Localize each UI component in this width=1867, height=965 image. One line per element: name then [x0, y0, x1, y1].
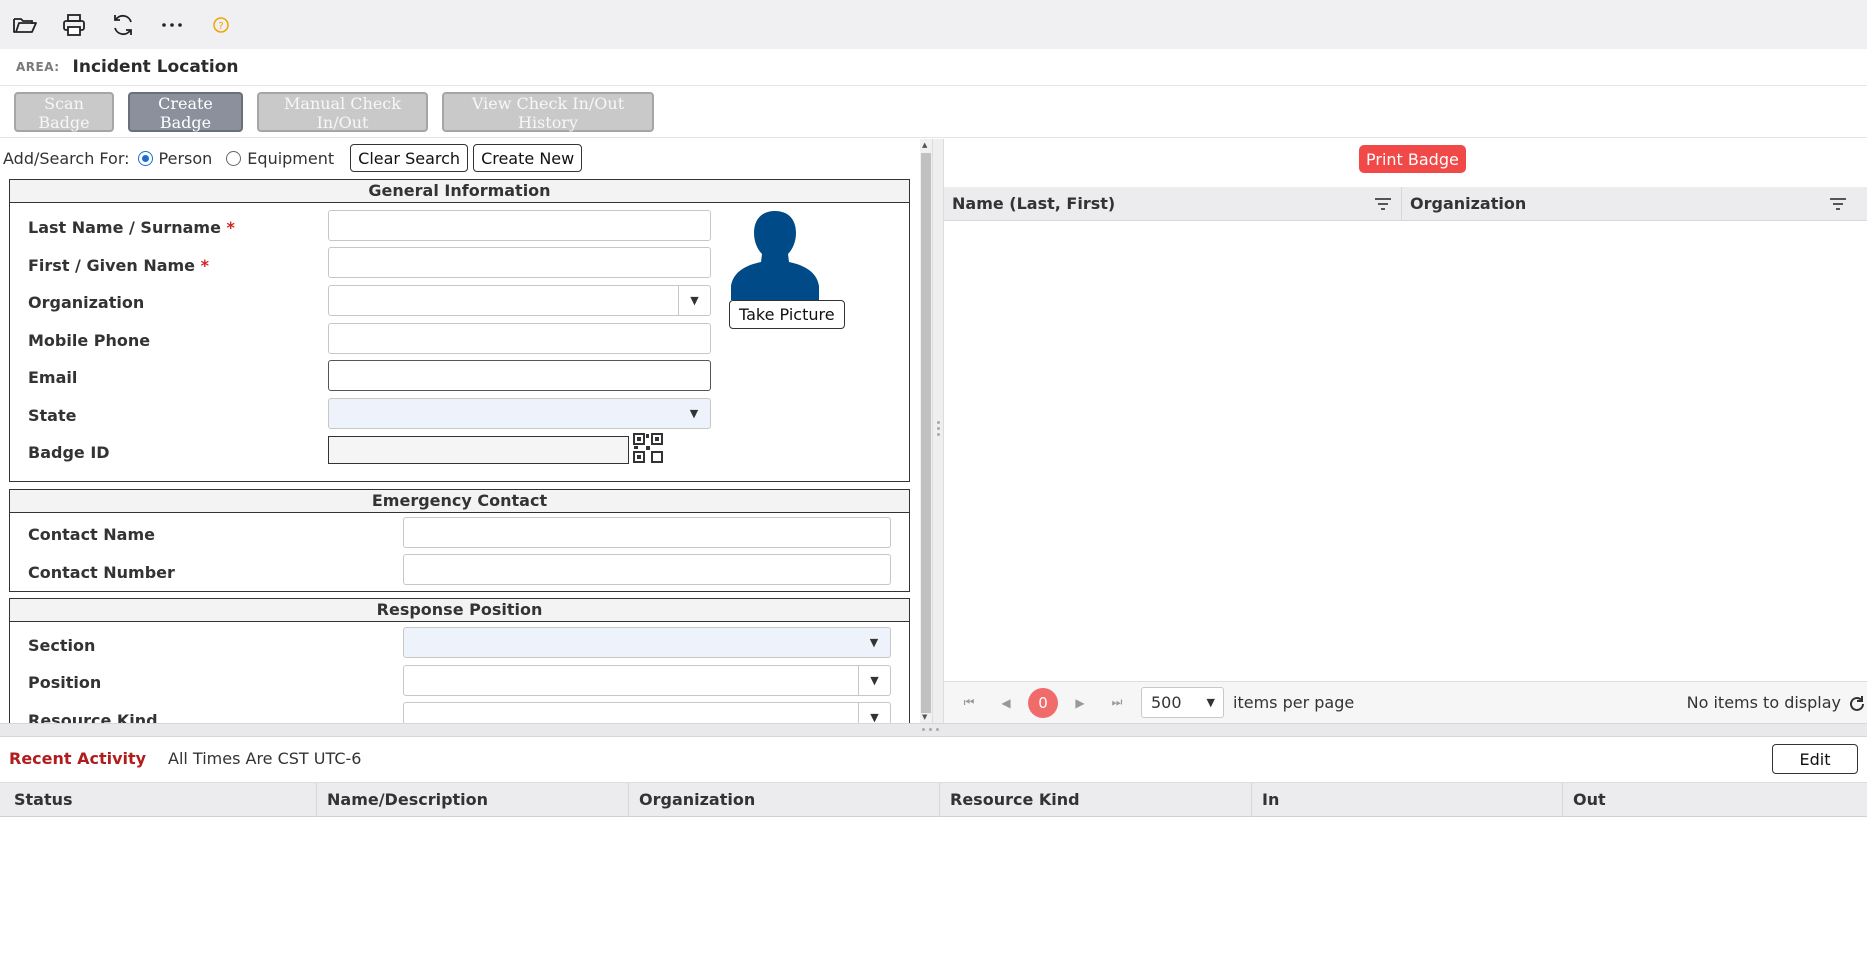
first-name-label: First / Given Name * — [28, 256, 209, 275]
first-page-icon[interactable]: ⏮ — [954, 688, 984, 718]
vertical-splitter[interactable] — [932, 139, 944, 723]
clear-search-button[interactable]: Clear Search — [350, 144, 469, 172]
last-name-label: Last Name / Surname * — [28, 218, 235, 237]
folder-open-icon[interactable] — [10, 10, 40, 40]
contact-number-label: Contact Number — [28, 563, 175, 582]
filter-icon[interactable] — [1829, 196, 1847, 212]
recent-activity-title: Recent Activity — [9, 749, 147, 768]
email-label: Email — [28, 368, 78, 387]
column-in-header[interactable]: In — [1251, 783, 1562, 817]
timezone-note: All Times Are CST UTC-6 — [168, 749, 362, 768]
state-dropdown[interactable]: ▼ — [328, 398, 711, 429]
column-status-header[interactable]: Status — [4, 783, 316, 817]
last-page-icon[interactable]: ⏭ — [1102, 688, 1132, 718]
equipment-radio[interactable] — [226, 150, 242, 166]
create-badge-button[interactable]: Create Badge — [128, 91, 243, 132]
page-size-dropdown[interactable]: 500 ▼ — [1141, 687, 1224, 718]
qr-code-icon[interactable] — [633, 433, 663, 463]
area-bar: AREA: Incident Location — [0, 49, 1867, 86]
column-organization-header[interactable]: Organization — [628, 783, 939, 817]
drag-handle-icon[interactable] — [937, 421, 940, 439]
recent-activity-header: Status Name/Description Organization Res… — [0, 782, 1867, 817]
help-icon[interactable]: ? — [206, 10, 236, 40]
scrollbar-thumb[interactable] — [921, 153, 931, 713]
column-out-header[interactable]: Out — [1562, 783, 1867, 817]
column-resource-kind-header[interactable]: Resource Kind — [939, 783, 1251, 817]
svg-text:?: ? — [218, 21, 223, 32]
organization-label: Organization — [28, 293, 145, 312]
response-position-section: Response Position Section ▼ Position ▼ R… — [9, 598, 910, 723]
last-name-input[interactable] — [328, 210, 711, 241]
state-label: State — [28, 406, 77, 425]
scroll-down-icon[interactable]: ▼ — [922, 713, 927, 721]
person-avatar-icon — [731, 211, 819, 300]
chevron-down-icon: ▼ — [678, 286, 710, 315]
items-per-page-label: items per page — [1233, 693, 1355, 712]
form-scrollbar[interactable]: ▲ ▼ — [920, 139, 932, 723]
previous-page-icon[interactable]: ◀ — [991, 688, 1021, 718]
email-input[interactable] — [328, 360, 711, 391]
chevron-down-icon: ▼ — [858, 703, 890, 723]
search-for-bar: Add/Search For: Person Equipment Clear S… — [3, 144, 587, 172]
person-radio-label: Person — [158, 148, 213, 168]
badge-grid-panel: Print Badge Name (Last, First) Organizat… — [944, 139, 1867, 723]
chevron-down-icon: ▼ — [1206, 696, 1215, 709]
badge-grid-header: Name (Last, First) Organization — [944, 187, 1867, 221]
top-toolbar: ? — [0, 0, 1867, 49]
badge-id-label: Badge ID — [28, 443, 110, 462]
horizontal-splitter[interactable] — [0, 723, 1867, 737]
chevron-down-icon: ▼ — [689, 407, 699, 420]
area-value: Incident Location — [72, 57, 239, 77]
area-label: AREA: — [16, 60, 60, 74]
person-radio[interactable] — [137, 150, 153, 166]
emergency-contact-title: Emergency Contact — [10, 490, 909, 513]
emergency-contact-section: Emergency Contact Contact Name Contact N… — [9, 489, 910, 592]
action-bar: Scan Badge Create Badge Manual Check In/… — [0, 86, 1867, 138]
general-information-title: General Information — [10, 180, 909, 203]
column-organization-header[interactable]: Organization — [1401, 187, 1867, 221]
badge-grid-body — [944, 221, 1867, 681]
take-picture-button[interactable]: Take Picture — [729, 300, 845, 329]
badge-form-panel: Add/Search For: Person Equipment Clear S… — [0, 139, 922, 723]
current-page[interactable]: 0 — [1028, 687, 1058, 718]
response-position-title: Response Position — [10, 599, 909, 622]
grid-refresh-icon[interactable] — [1847, 694, 1867, 714]
drag-handle-icon[interactable] — [922, 728, 943, 731]
column-name-description-header[interactable]: Name/Description — [316, 783, 628, 817]
print-icon[interactable] — [59, 10, 89, 40]
scroll-up-icon[interactable]: ▲ — [922, 141, 927, 149]
organization-dropdown[interactable]: ▼ — [328, 285, 711, 316]
edit-button[interactable]: Edit — [1772, 744, 1858, 774]
more-icon[interactable] — [157, 10, 187, 40]
contact-number-input[interactable] — [403, 554, 891, 585]
resource-kind-label: Resource Kind — [28, 711, 158, 723]
scan-badge-button[interactable]: Scan Badge — [14, 91, 114, 132]
mobile-phone-input[interactable] — [328, 323, 711, 354]
search-for-label: Add/Search For: — [3, 148, 130, 168]
refresh-icon[interactable] — [108, 10, 138, 40]
contact-name-label: Contact Name — [28, 525, 155, 544]
manual-check-button[interactable]: Manual Check In/Out — [257, 91, 428, 132]
print-badge-button[interactable]: Print Badge — [1359, 145, 1466, 173]
recent-activity-panel: Recent Activity All Times Are CST UTC-6 … — [0, 737, 1867, 965]
badge-grid-pager: ⏮ ◀ 0 ▶ ⏭ 500 ▼ items per page No items t… — [944, 681, 1867, 723]
resource-kind-dropdown[interactable]: ▼ — [403, 702, 891, 723]
equipment-radio-label: Equipment — [247, 148, 335, 168]
mobile-phone-label: Mobile Phone — [28, 331, 151, 350]
pager-info: No items to display — [1686, 693, 1841, 712]
section-dropdown[interactable]: ▼ — [403, 627, 891, 658]
section-label: Section — [28, 636, 96, 655]
column-name-header[interactable]: Name (Last, First) — [944, 187, 1401, 221]
filter-icon[interactable] — [1374, 196, 1392, 212]
create-new-button[interactable]: Create New — [473, 144, 583, 172]
position-label: Position — [28, 673, 102, 692]
badge-id-input[interactable] — [328, 436, 629, 464]
chevron-down-icon: ▼ — [858, 666, 890, 695]
first-name-input[interactable] — [328, 247, 711, 278]
position-dropdown[interactable]: ▼ — [403, 665, 891, 696]
contact-name-input[interactable] — [403, 517, 891, 548]
view-history-button[interactable]: View Check In/Out History — [442, 91, 654, 132]
next-page-icon[interactable]: ▶ — [1065, 688, 1095, 718]
chevron-down-icon: ▼ — [869, 636, 879, 649]
